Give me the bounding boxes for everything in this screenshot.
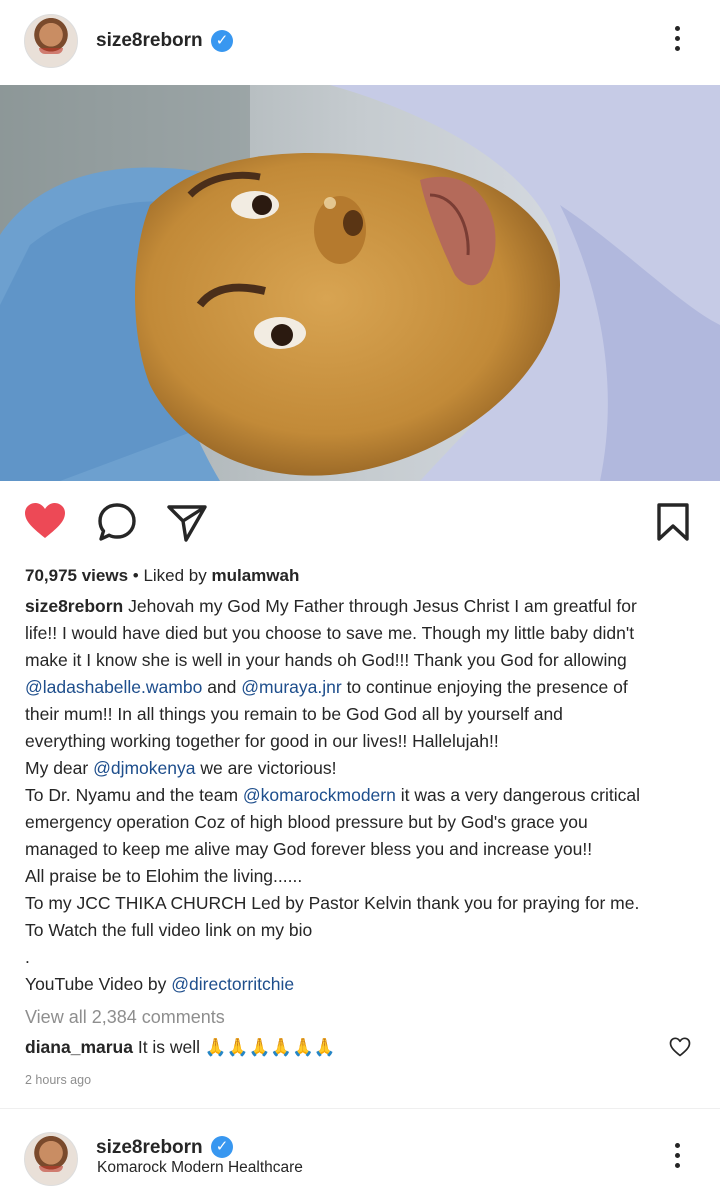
liked-by-label: • Liked by: [132, 566, 212, 585]
post-caption: size8reborn Jehovah my God My Father thr…: [25, 593, 701, 998]
views-line: 70,975 views • Liked by mulamwah: [25, 566, 299, 586]
post-divider: [0, 1108, 720, 1109]
caption-text: make it I know she is well in your hands…: [25, 650, 627, 670]
caption-text: life!! I would have died but you choose …: [25, 623, 635, 643]
caption-text: everything working together for good in …: [25, 731, 499, 751]
caption-username[interactable]: size8reborn: [25, 596, 123, 616]
avatar[interactable]: [24, 14, 78, 68]
caption-text: it was a very dangerous critical: [395, 785, 640, 805]
more-options-icon[interactable]: [674, 26, 682, 56]
next-post-username[interactable]: size8reborn: [96, 1137, 203, 1159]
caption-text: Jehovah my God My Father through Jesus C…: [123, 596, 637, 616]
mention-link[interactable]: @ladashabelle.wambo: [25, 677, 202, 697]
comment-icon[interactable]: [96, 502, 138, 544]
caption-text: managed to keep me alive may God forever…: [25, 839, 593, 859]
caption-text: To Dr. Nyamu and the team: [25, 785, 243, 805]
caption-text: to continue enjoying the presence of: [341, 677, 628, 697]
post-image[interactable]: [0, 85, 720, 481]
caption-text: To Watch the full video link on my bio: [25, 920, 313, 940]
caption-text: All praise be to Elohim the living......: [25, 866, 303, 886]
next-post-location[interactable]: Komarock Modern Healthcare: [97, 1159, 303, 1177]
view-all-comments-link[interactable]: View all 2,384 comments: [25, 1007, 225, 1028]
hospital-patient-image: [0, 85, 720, 481]
caption-text: their mum!! In all things you remain to …: [25, 704, 563, 724]
caption-text: we are victorious!: [195, 758, 337, 778]
caption-text: emergency operation Coz of high blood pr…: [25, 812, 588, 832]
comment-like-heart-icon[interactable]: [669, 1037, 691, 1057]
verified-badge-icon: ✓: [211, 30, 233, 52]
mention-link[interactable]: @djmokenya: [93, 758, 195, 778]
mention-link[interactable]: @komarockmodern: [243, 785, 396, 805]
action-bar: [0, 490, 720, 552]
caption-text: and: [202, 677, 242, 697]
post-timestamp: 2 hours ago: [25, 1073, 92, 1087]
caption-text: My dear: [25, 758, 94, 778]
views-count[interactable]: 70,975 views: [25, 566, 128, 585]
post-header: size8reborn ✓: [0, 0, 720, 84]
liked-by-user[interactable]: mulamwah: [211, 566, 299, 585]
mention-link[interactable]: @muraya.jnr: [241, 677, 341, 697]
caption-text: To my JCC THIKA CHURCH Led by Pastor Kel…: [25, 893, 640, 913]
comment: diana_marua It is well 🙏🙏🙏🙏🙏🙏: [25, 1037, 336, 1058]
comment-text: It is well 🙏🙏🙏🙏🙏🙏: [132, 1037, 336, 1057]
more-options-icon[interactable]: [674, 1143, 682, 1173]
next-post-avatar[interactable]: [24, 1132, 78, 1186]
post-username[interactable]: size8reborn: [96, 30, 203, 52]
comment-username[interactable]: diana_marua: [25, 1037, 133, 1057]
caption-text: .: [25, 947, 30, 967]
mention-link[interactable]: @directorritchie: [171, 974, 294, 994]
verified-badge-icon: ✓: [211, 1136, 233, 1158]
share-icon[interactable]: [166, 502, 208, 544]
heart-icon[interactable]: [24, 502, 66, 540]
caption-text: YouTube Video by: [25, 974, 172, 994]
bookmark-icon[interactable]: [656, 502, 690, 542]
